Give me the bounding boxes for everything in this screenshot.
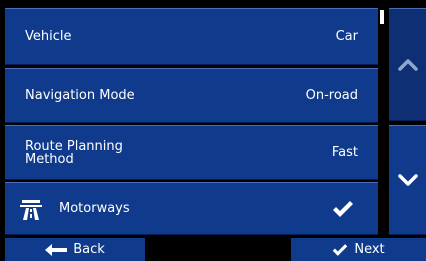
motorways-left: Motorways: [19, 197, 130, 221]
vehicle-label: Vehicle: [25, 29, 72, 44]
route-planning-method-row[interactable]: Route Planning Method Fast: [5, 125, 378, 180]
scroll-position-indicator: [380, 10, 384, 24]
arrow-left-icon: [45, 243, 68, 256]
navigation-mode-label: Navigation Mode: [25, 88, 135, 103]
checkmark-icon[interactable]: [332, 200, 354, 218]
navigation-mode-row[interactable]: Navigation Mode On-road: [5, 68, 378, 123]
motorway-icon: [20, 199, 42, 220]
vehicle-row[interactable]: Vehicle Car: [5, 8, 378, 65]
next-button-label: Next: [354, 242, 385, 257]
checkmark-icon: [333, 243, 348, 256]
back-button-label: Back: [73, 242, 105, 257]
route-planning-method-value: Fast: [331, 145, 358, 160]
route-planning-method-label: Route Planning Method: [25, 138, 123, 167]
chevron-up-icon: [397, 58, 418, 71]
scroll-up-button[interactable]: [389, 8, 426, 121]
scroll-down-button[interactable]: [389, 125, 426, 235]
navigation-mode-value: On-road: [305, 88, 358, 103]
motorways-label: Motorways: [59, 201, 130, 216]
chevron-down-icon: [397, 174, 418, 186]
motorways-row[interactable]: Motorways: [5, 182, 378, 235]
route-settings-screen: Vehicle Car Navigation Mode On-road Rout…: [0, 0, 426, 261]
next-button[interactable]: Next: [291, 238, 426, 261]
vehicle-value: Car: [335, 29, 358, 44]
back-button[interactable]: Back: [5, 238, 145, 261]
